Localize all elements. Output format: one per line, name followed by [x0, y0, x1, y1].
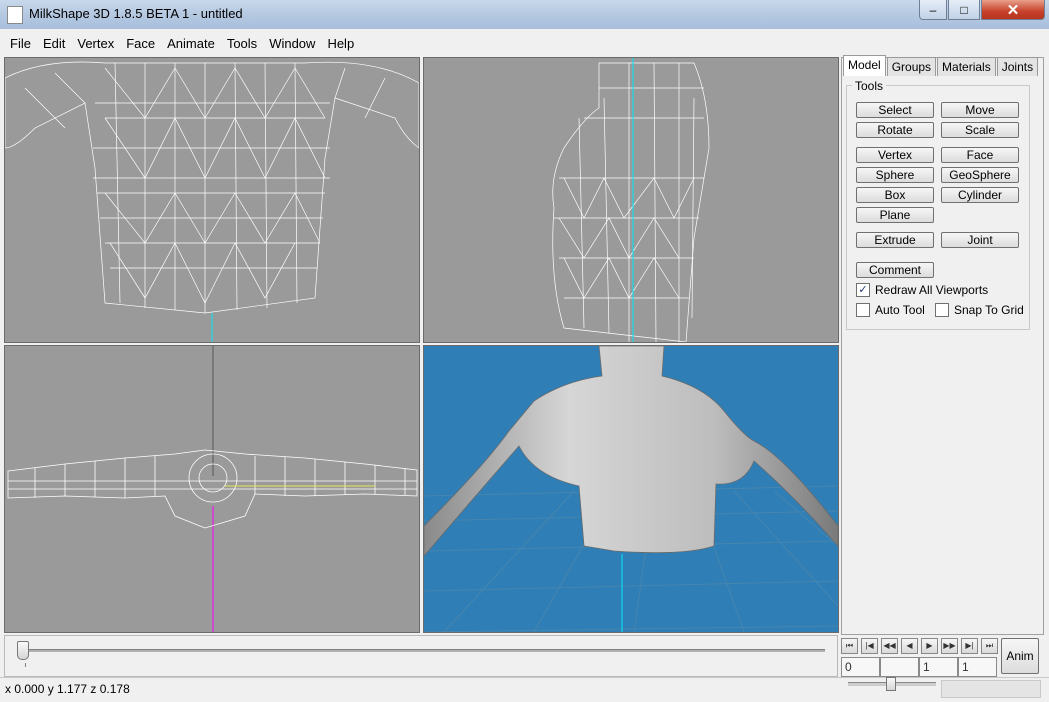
select-button[interactable]: Select: [856, 102, 934, 118]
next-key-button[interactable]: ▶|: [961, 638, 978, 654]
box-button[interactable]: Box: [856, 187, 934, 203]
cylinder-button[interactable]: Cylinder: [941, 187, 1019, 203]
auto-tool-check[interactable]: Auto Tool: [856, 303, 925, 317]
snap-grid-label: Snap To Grid: [954, 303, 1024, 317]
front-wireframe: [5, 61, 419, 342]
scale-button[interactable]: Scale: [941, 122, 1019, 138]
rewind-button[interactable]: ◀◀: [881, 638, 898, 654]
side-viewport[interactable]: [423, 57, 839, 343]
animation-timeline[interactable]: [4, 635, 838, 677]
panel-tabs: Model Groups Materials Joints: [843, 55, 1039, 77]
coordinates-readout: x 0.000 y 1.177 z 0.178: [5, 682, 130, 696]
tab-materials[interactable]: Materials: [937, 57, 996, 76]
top-viewport[interactable]: [4, 345, 420, 633]
side-wireframe: [552, 58, 710, 342]
menu-vertex[interactable]: Vertex: [71, 36, 120, 51]
speed-slider-handle[interactable]: [886, 677, 896, 691]
auto-tool-label: Auto Tool: [875, 303, 925, 317]
face-button[interactable]: Face: [941, 147, 1019, 163]
first-frame-button[interactable]: ⏮: [841, 638, 858, 654]
menu-face[interactable]: Face: [120, 36, 161, 51]
sphere-button[interactable]: Sphere: [856, 167, 934, 183]
menu-edit[interactable]: Edit: [37, 36, 71, 51]
tab-groups[interactable]: Groups: [886, 57, 937, 76]
menu-tools[interactable]: Tools: [221, 36, 263, 51]
front-viewport[interactable]: [4, 57, 420, 343]
step-forward-button[interactable]: ▶: [921, 638, 938, 654]
menu-animate[interactable]: Animate: [161, 36, 221, 51]
comment-button[interactable]: Comment: [856, 262, 934, 278]
close-button[interactable]: ✕: [981, 0, 1045, 20]
frame-field[interactable]: [880, 657, 919, 677]
menu-help[interactable]: Help: [321, 36, 360, 51]
redraw-checkbox[interactable]: ✓: [856, 283, 870, 297]
menu-window[interactable]: Window: [263, 36, 321, 51]
window-title: MilkShape 3D 1.8.5 BETA 1 - untitled: [29, 6, 243, 21]
tab-joints[interactable]: Joints: [996, 57, 1039, 76]
move-button[interactable]: Move: [941, 102, 1019, 118]
title-bar: MilkShape 3D 1.8.5 BETA 1 - untitled ‒ □…: [0, 0, 1049, 29]
extrude-button[interactable]: Extrude: [856, 232, 934, 248]
last-frame-button[interactable]: ⏭: [981, 638, 998, 654]
tools-legend: Tools: [852, 79, 887, 93]
top-wireframe: [7, 346, 418, 632]
tab-model[interactable]: Model: [843, 55, 886, 76]
snap-to-grid-check[interactable]: Snap To Grid: [935, 303, 1025, 317]
snap-grid-checkbox[interactable]: [935, 303, 949, 317]
menu-file[interactable]: File: [4, 36, 37, 51]
previous-key-button[interactable]: |◀: [861, 638, 878, 654]
timeline-slider-handle[interactable]: [17, 641, 29, 660]
timeline-tick: [25, 663, 26, 667]
perspective-viewport[interactable]: [423, 345, 839, 633]
rotate-button[interactable]: Rotate: [856, 122, 934, 138]
maximize-button[interactable]: □: [948, 0, 980, 20]
app-icon: [7, 6, 23, 24]
step-back-button[interactable]: ◀: [901, 638, 918, 654]
status-panel: [941, 680, 1041, 698]
timeline-track: [19, 649, 825, 652]
minimize-button[interactable]: ‒: [919, 0, 947, 20]
fast-forward-button[interactable]: ▶▶: [941, 638, 958, 654]
auto-tool-checkbox[interactable]: [856, 303, 870, 317]
end-frame-field[interactable]: 1: [958, 657, 997, 677]
perspective-render: [424, 346, 838, 632]
joint-button[interactable]: Joint: [941, 232, 1019, 248]
plane-button[interactable]: Plane: [856, 207, 934, 223]
redraw-label: Redraw All Viewports: [875, 283, 989, 297]
anim-button[interactable]: Anim: [1001, 638, 1039, 674]
start-frame-field[interactable]: 1: [919, 657, 958, 677]
vertex-button[interactable]: Vertex: [856, 147, 934, 163]
menu-bar: File Edit Vertex Face Animate Tools Wind…: [4, 31, 1043, 56]
geosphere-button[interactable]: GeoSphere: [941, 167, 1019, 183]
current-frame-field[interactable]: 0: [841, 657, 880, 677]
redraw-all-viewports-check[interactable]: ✓ Redraw All Viewports: [856, 283, 988, 297]
